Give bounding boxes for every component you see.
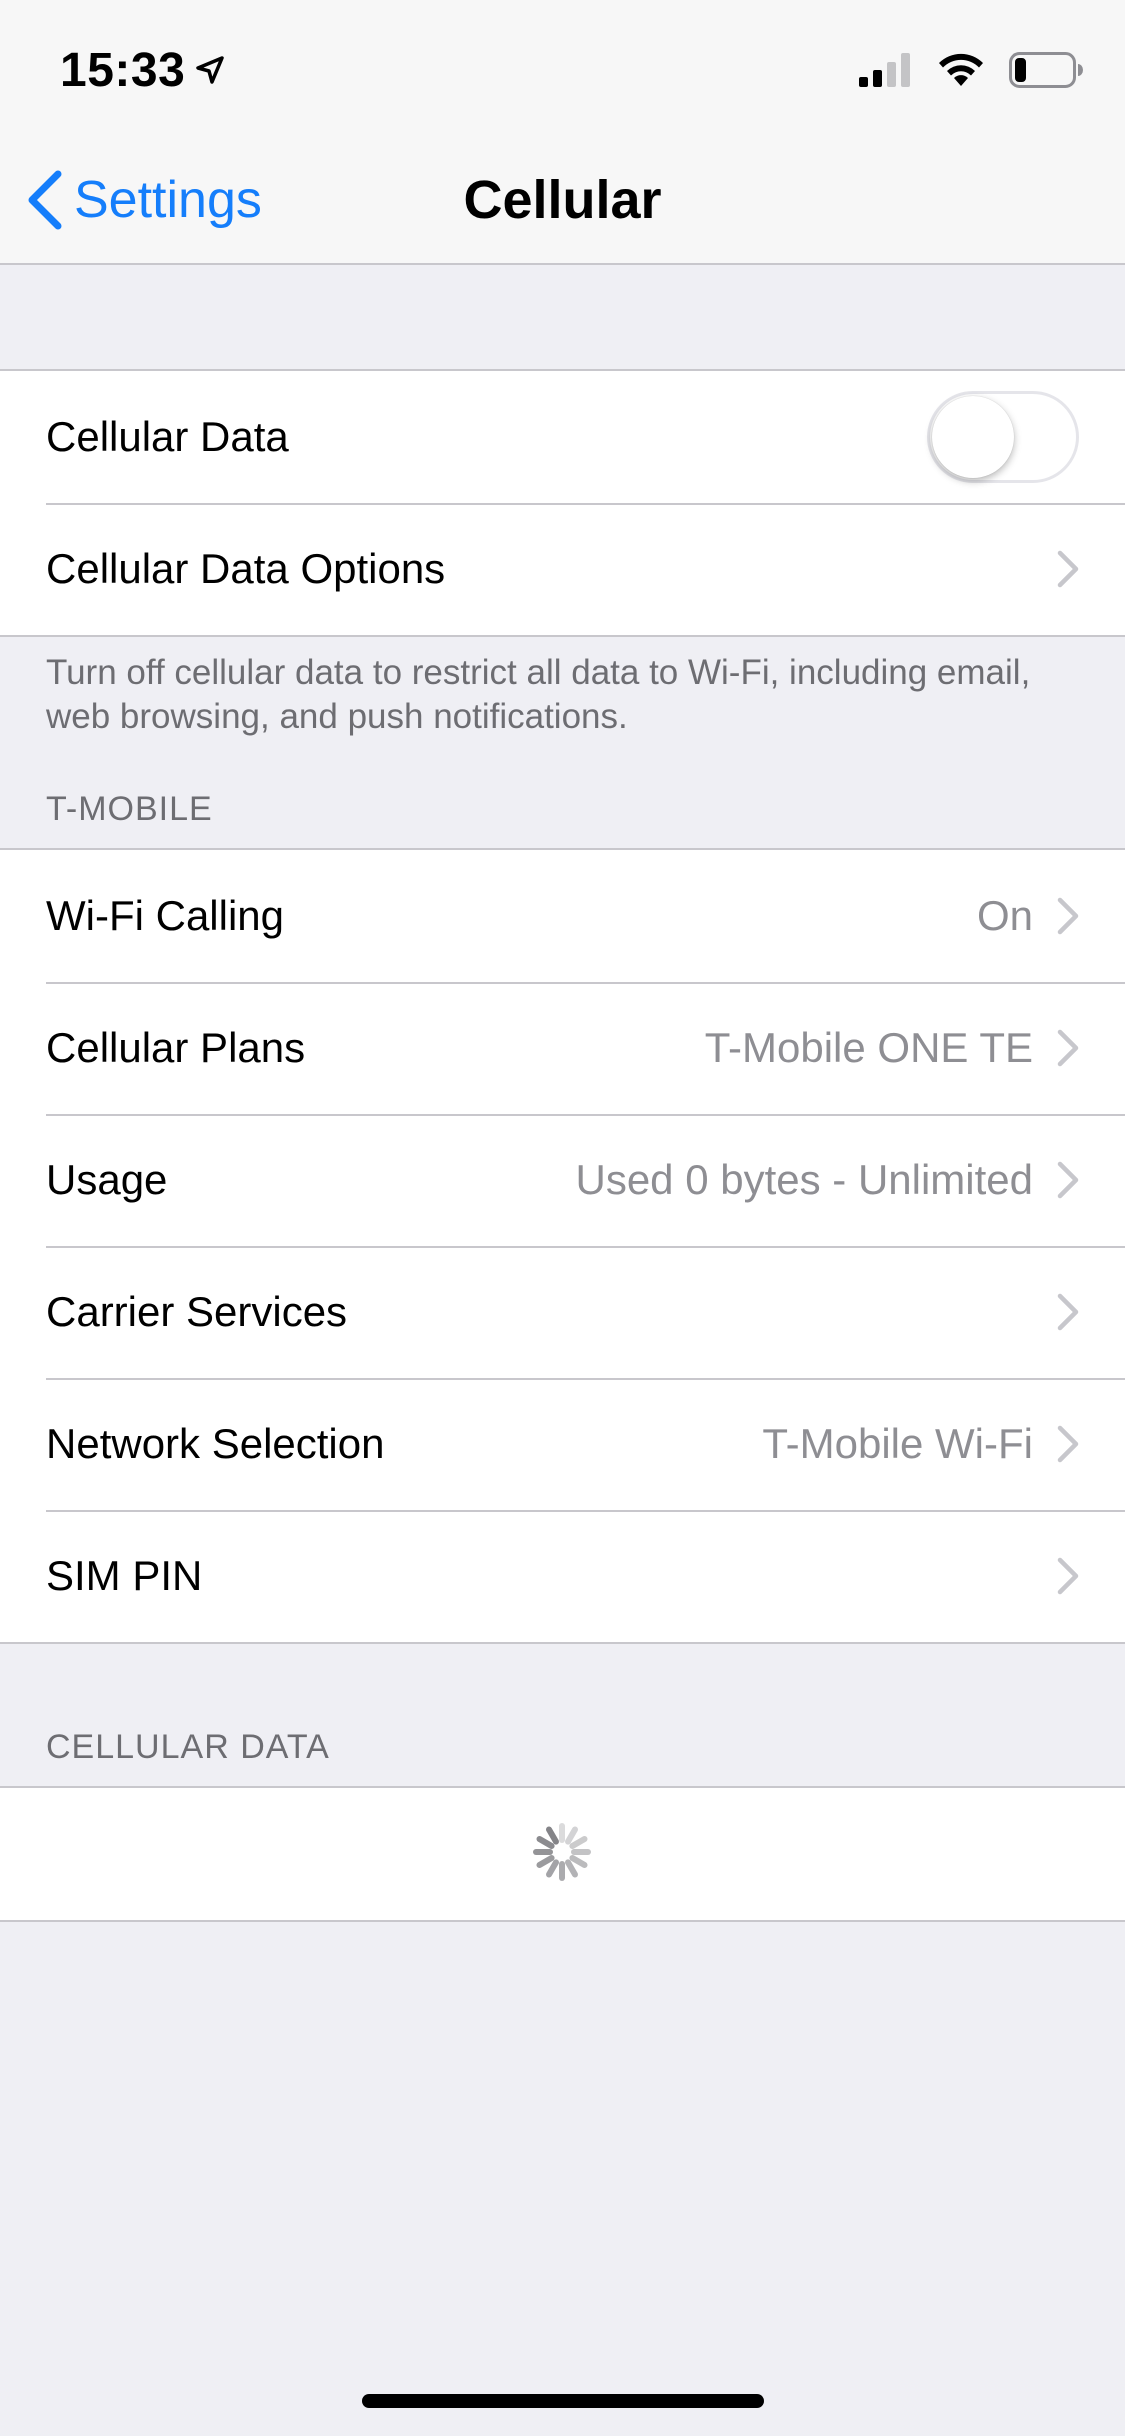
spinner-spoke	[536, 1855, 555, 1868]
wifi-icon	[939, 53, 983, 86]
row-label: Cellular Data	[46, 413, 289, 460]
spinner-spoke	[536, 1836, 555, 1849]
row-label: Cellular Plans	[46, 1024, 306, 1071]
wifi-calling-row[interactable]: Wi-Fi Calling On	[0, 850, 1125, 982]
cellular-data-options-row[interactable]: Cellular Data Options	[0, 503, 1125, 635]
status-bar-time: 15:33	[60, 40, 225, 100]
spinner-spoke	[569, 1836, 588, 1849]
cellular-data-section-header: CELLULAR DATA	[46, 1728, 330, 1766]
navigation-header: 15:33 Settings Cellular	[0, 0, 1125, 265]
battery-icon	[1009, 52, 1083, 88]
toggle-knob	[932, 396, 1014, 478]
row-label: SIM PIN	[46, 1552, 203, 1599]
chevron-right-icon	[1057, 1293, 1079, 1331]
cellular-settings-screen: 15:33 Settings Cellular Cellular Data Ce…	[0, 0, 1125, 2436]
network-selection-row[interactable]: Network Selection T-Mobile Wi-Fi	[0, 1378, 1125, 1510]
carrier-group: Wi-Fi Calling On Cellular Plans T-Mobile…	[0, 848, 1125, 1644]
spinner-spoke	[546, 1826, 559, 1845]
row-label: Cellular Data Options	[46, 545, 446, 592]
cellular-data-toggle[interactable]	[927, 391, 1079, 483]
spinner-icon	[533, 1823, 591, 1881]
page-title: Cellular	[463, 170, 662, 230]
status-time-text: 15:33	[60, 43, 186, 97]
cellular-data-group: Cellular Data Cellular Data Options	[0, 369, 1125, 637]
row-label: Wi-Fi Calling	[46, 892, 285, 939]
row-value: T-Mobile ONE TE	[704, 1024, 1033, 1071]
chevron-right-icon	[1057, 1557, 1079, 1595]
row-label: Usage	[46, 1156, 168, 1203]
carrier-section-header: T-MOBILE	[46, 790, 213, 828]
sim-pin-row[interactable]: SIM PIN	[0, 1510, 1125, 1642]
spinner-spoke	[569, 1855, 588, 1868]
chevron-right-icon	[1057, 1425, 1079, 1463]
carrier-services-row[interactable]: Carrier Services	[0, 1246, 1125, 1378]
status-bar-right	[859, 48, 1083, 92]
spinner-spoke	[565, 1826, 578, 1845]
usage-row[interactable]: Usage Used 0 bytes - Unlimited	[0, 1114, 1125, 1246]
cellular-data-row: Cellular Data	[0, 371, 1125, 503]
row-value: Used 0 bytes - Unlimited	[575, 1156, 1033, 1203]
chevron-right-icon	[1057, 897, 1079, 935]
row-label: Network Selection	[46, 1420, 385, 1467]
cellular-data-footer: Turn off cellular data to restrict all d…	[46, 653, 1031, 736]
home-indicator[interactable]	[362, 2394, 764, 2408]
chevron-right-icon	[1057, 1029, 1079, 1067]
chevron-right-icon	[1057, 1161, 1079, 1199]
cellular-signal-icon	[859, 53, 910, 87]
location-arrow-icon	[196, 56, 225, 84]
row-label: Carrier Services	[46, 1288, 348, 1335]
row-value: On	[976, 892, 1033, 939]
cellular-plans-row[interactable]: Cellular Plans T-Mobile ONE TE	[0, 982, 1125, 1114]
row-value: T-Mobile Wi-Fi	[762, 1420, 1033, 1467]
chevron-right-icon	[1057, 550, 1079, 588]
spinner-spoke	[565, 1859, 578, 1878]
spinner-spoke	[546, 1859, 559, 1878]
